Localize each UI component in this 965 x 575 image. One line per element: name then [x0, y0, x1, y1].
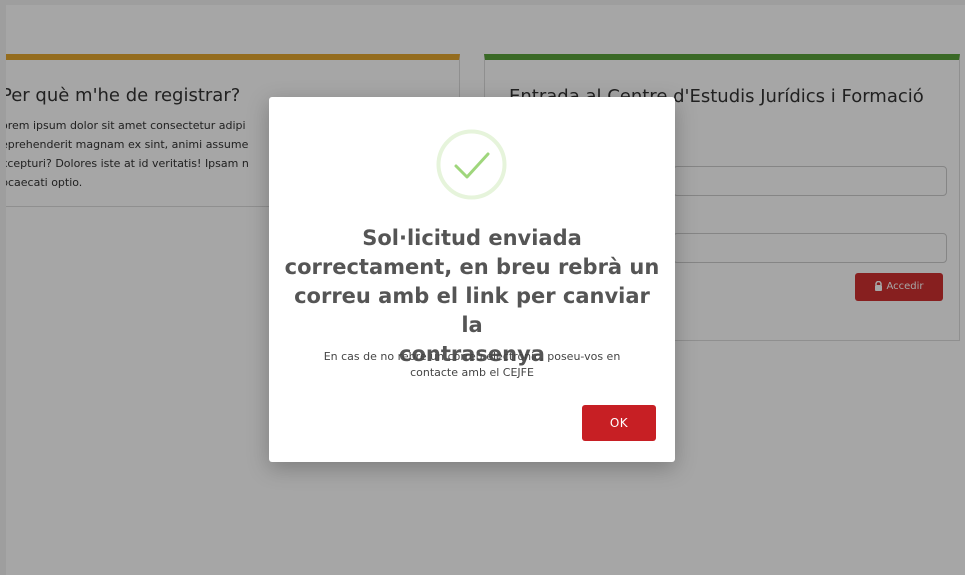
success-dialog-message-line: contacte amb el CEJFE — [410, 366, 534, 379]
success-dialog-title-line: Sol·licitud enviada — [362, 226, 582, 250]
ok-button[interactable]: OK — [582, 405, 656, 441]
success-dialog-message-line: En cas de no rebre un correu electrònic,… — [323, 350, 621, 363]
success-dialog-message: En cas de no rebre un correu electrònic,… — [297, 349, 647, 381]
success-dialog-title: Sol·licitud enviada correctament, en bre… — [281, 224, 663, 369]
success-check-icon — [436, 129, 507, 200]
success-dialog-title-line: correu amb el link per canviar la — [294, 284, 650, 337]
success-dialog: Sol·licitud enviada correctament, en bre… — [269, 97, 675, 462]
success-dialog-title-line: correctament, en breu rebrà un — [284, 255, 660, 279]
